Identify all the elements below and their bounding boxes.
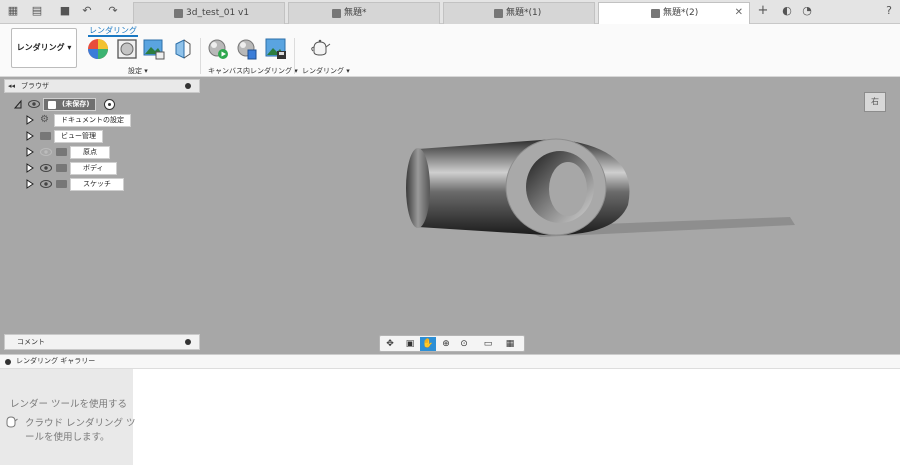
grid-settings-icon[interactable]: ▦ xyxy=(502,337,518,351)
job-status-icon[interactable]: ◐ xyxy=(780,4,794,18)
new-tab-icon[interactable]: + xyxy=(756,4,770,18)
close-tab-icon[interactable]: ✕ xyxy=(735,3,743,23)
visibility-eye-icon[interactable] xyxy=(28,99,40,109)
browser-panel: ◂◂ ブラウザ xyxy=(4,79,200,93)
in-canvas-render-group-label[interactable]: キャンバス内レンダリング ▾ xyxy=(208,66,298,76)
physical-material-icon[interactable] xyxy=(116,38,138,60)
gallery-options-icon[interactable] xyxy=(5,359,11,365)
tab-untitled[interactable]: 無題* xyxy=(288,2,440,24)
active-target-icon[interactable] xyxy=(104,99,115,110)
navigation-toolbar: ✥ ▣ ✋ ⊕ ⊙ ▭ ▦ xyxy=(379,335,525,352)
document-icon xyxy=(48,101,56,109)
look-at-icon[interactable]: ▣ xyxy=(402,337,418,351)
rendering-gallery-info: レンダー ツールを使用する クラウド レンダリング ツ ールを使用します。 xyxy=(0,369,136,465)
setup-group-label[interactable]: 設定 ▾ xyxy=(128,66,148,76)
visibility-eye-icon[interactable] xyxy=(40,179,52,189)
component-icon xyxy=(494,9,503,18)
viewcube[interactable]: 右 xyxy=(864,92,886,112)
tree-item-document-settings[interactable]: ⚙ ドキュメントの設定 xyxy=(26,114,206,127)
zoom-icon[interactable]: ⊕ xyxy=(438,337,454,351)
fit-icon[interactable]: ⊙ xyxy=(456,337,472,351)
scene-settings-icon[interactable] xyxy=(143,38,165,60)
capture-image-icon[interactable] xyxy=(265,38,287,60)
tree-item-origin[interactable]: 原点 xyxy=(26,146,206,159)
comments-label: コメント xyxy=(17,338,45,346)
gallery-title: レンダリング ギャラリー xyxy=(16,357,96,365)
component-icon xyxy=(174,9,183,18)
in-canvas-render-icon[interactable] xyxy=(207,38,229,60)
display-settings-icon[interactable]: ▭ xyxy=(480,337,496,351)
render-group-label[interactable]: レンダリング ▾ xyxy=(302,66,350,76)
gallery-hint-line-3: ールを使用します。 xyxy=(25,432,110,443)
tree-item-label[interactable]: ドキュメントの設定 xyxy=(54,114,131,127)
appearance-icon[interactable] xyxy=(87,38,109,60)
add-comment-icon[interactable] xyxy=(185,339,191,345)
tree-item-label[interactable]: スケッチ xyxy=(70,178,124,191)
gear-icon: ⚙ xyxy=(40,114,49,125)
tree-item-label[interactable]: ボディ xyxy=(70,162,117,175)
tree-item-label[interactable]: ビュー管理 xyxy=(54,130,103,143)
visibility-hidden-eye-icon[interactable] xyxy=(40,147,52,157)
folder-icon xyxy=(56,180,67,188)
folder-icon xyxy=(40,132,51,140)
panel-options-icon[interactable] xyxy=(185,83,191,89)
folder-icon xyxy=(56,164,67,172)
folder-icon xyxy=(56,148,67,156)
tab-untitled-2[interactable]: 無題*(2) ✕ xyxy=(598,2,750,25)
tab-rendering[interactable]: レンダリング xyxy=(88,25,138,37)
document-tab-bar: ▦ ▤ ■ ↶ ↷ 3d_test_01 v1 無題* 無題*(1) 無題*(2… xyxy=(0,0,900,25)
collapse-panel-icon[interactable]: ◂◂ xyxy=(8,80,15,92)
pan-icon[interactable]: ✋ xyxy=(420,337,436,351)
tree-root-row[interactable]: (未保存) xyxy=(14,98,204,111)
tab-untitled-1[interactable]: 無題*(1) xyxy=(443,2,595,24)
active-target-dot xyxy=(108,103,111,106)
redo-icon[interactable]: ↷ xyxy=(106,4,120,18)
app-grid-icon[interactable]: ▦ xyxy=(6,4,20,18)
expand-triangle-icon[interactable] xyxy=(26,179,34,189)
save-icon[interactable]: ■ xyxy=(58,4,72,18)
orbit-icon[interactable]: ✥ xyxy=(382,337,398,351)
visibility-eye-icon[interactable] xyxy=(40,163,52,173)
component-icon xyxy=(332,9,341,18)
tree-item-label[interactable]: 原点 xyxy=(70,146,110,159)
in-canvas-render-settings-icon[interactable] xyxy=(236,38,258,60)
workspace-switcher[interactable]: レンダリング ▾ xyxy=(11,28,77,68)
help-icon[interactable]: ? xyxy=(882,4,896,18)
file-menu-icon[interactable]: ▤ xyxy=(30,4,44,18)
ribbon-separator xyxy=(200,38,201,74)
notifications-icon[interactable]: ◔ xyxy=(800,4,814,18)
comments-panel[interactable]: コメント xyxy=(4,334,200,350)
teapot-icon xyxy=(6,416,18,428)
expand-triangle-icon[interactable] xyxy=(26,163,34,173)
tree-item-named-views[interactable]: ビュー管理 xyxy=(26,130,206,143)
expand-triangle-icon[interactable] xyxy=(26,147,34,157)
component-icon xyxy=(651,9,660,18)
canvas-viewport[interactable]: ◂◂ ブラウザ (未保存) ⚙ ドキュメントの設定 ビュー管理 原点 ボディ ス… xyxy=(0,77,900,354)
collapse-triangle-icon[interactable] xyxy=(14,99,22,109)
undo-icon[interactable]: ↶ xyxy=(80,4,94,18)
rendering-gallery-header[interactable]: レンダリング ギャラリー xyxy=(0,354,900,369)
tree-item-sketches[interactable]: スケッチ xyxy=(26,178,206,191)
expand-triangle-icon[interactable] xyxy=(26,115,34,125)
browser-header[interactable]: ◂◂ ブラウザ xyxy=(4,79,200,93)
expand-triangle-icon[interactable] xyxy=(26,131,34,141)
decal-icon[interactable] xyxy=(172,38,194,60)
gallery-hint-line-1: レンダー ツールを使用する xyxy=(10,399,128,410)
gallery-hint-line-2: クラウド レンダリング ツ xyxy=(25,418,136,429)
browser-title: ブラウザ xyxy=(21,82,49,90)
tab-3d-test-01[interactable]: 3d_test_01 v1 xyxy=(133,2,285,24)
tree-item-bodies[interactable]: ボディ xyxy=(26,162,206,175)
render-teapot-icon[interactable] xyxy=(309,38,331,60)
ribbon-separator xyxy=(294,38,295,74)
tree-root-label[interactable]: (未保存) xyxy=(43,98,97,111)
ribbon-toolbar: レンダリング ▾ レンダリング 設定 ▾ キャンバス内レンダリング ▾ レンダリ… xyxy=(0,24,900,77)
